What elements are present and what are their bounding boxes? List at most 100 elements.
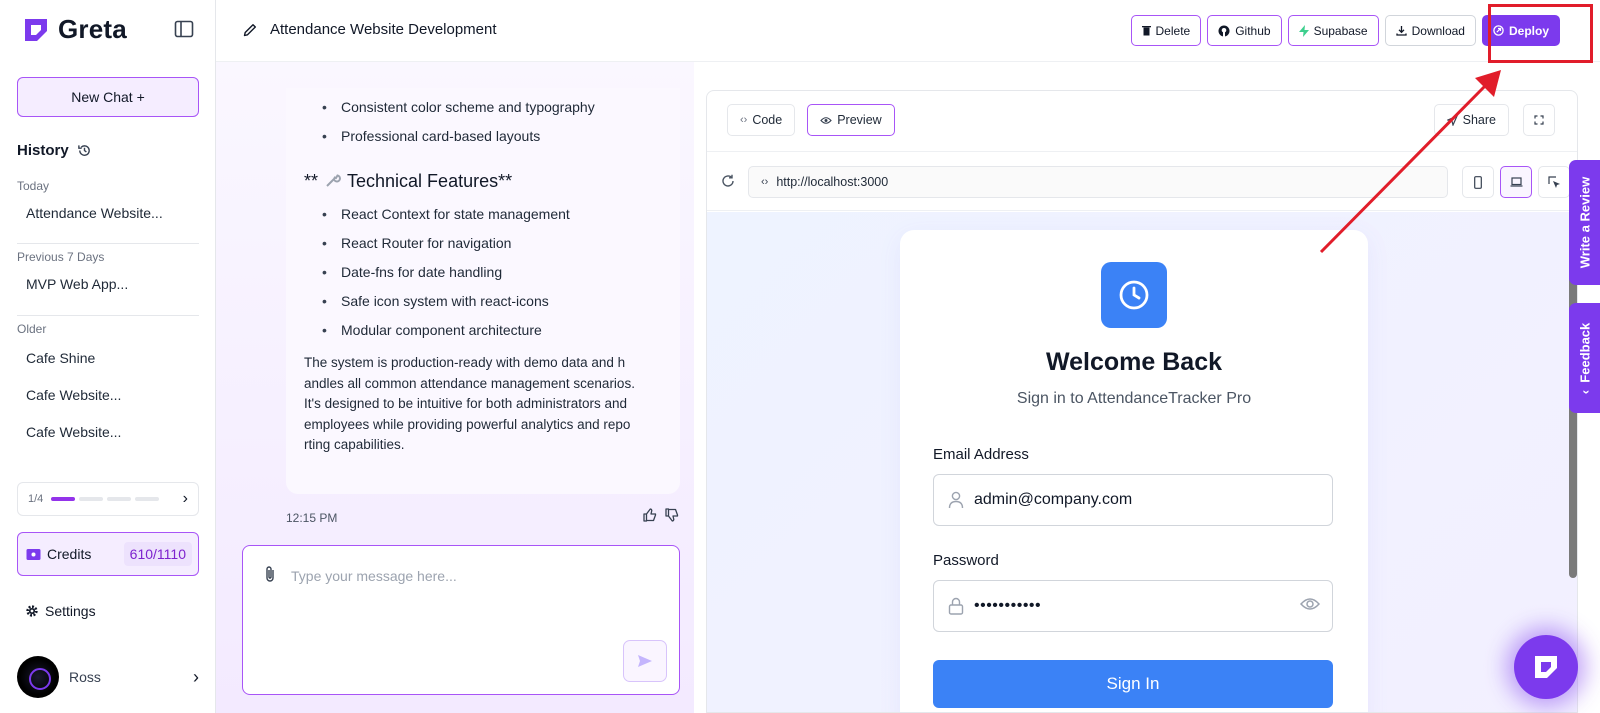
pencil-icon[interactable] bbox=[242, 22, 258, 38]
email-field[interactable]: admin@company.com bbox=[933, 474, 1333, 526]
refresh-icon[interactable] bbox=[721, 174, 735, 188]
tech-heading-prefix: ** bbox=[304, 171, 324, 191]
chat-launcher-button[interactable] bbox=[1514, 635, 1578, 699]
url-bar-row: ‹› http://localhost:3000 bbox=[707, 151, 1577, 211]
mobile-view-button[interactable] bbox=[1462, 166, 1494, 198]
greta-logo-icon bbox=[1535, 656, 1557, 678]
greta-logo-icon bbox=[25, 18, 47, 41]
preview-panel: ‹› Code Preview Share ‹› http://localhos… bbox=[706, 90, 1578, 713]
message-composer[interactable]: Type your message here... bbox=[242, 545, 680, 695]
download-button[interactable]: Download bbox=[1384, 15, 1476, 46]
password-value: ••••••••••• bbox=[974, 597, 1042, 614]
chevron-right-icon[interactable]: › bbox=[193, 667, 199, 688]
password-label: Password bbox=[933, 552, 999, 569]
thumbs-down-icon[interactable] bbox=[664, 507, 680, 523]
design-bullets: Consistent color scheme and typography P… bbox=[304, 88, 662, 157]
lock-icon bbox=[948, 597, 964, 615]
send-icon bbox=[638, 655, 652, 667]
history-item[interactable]: MVP Web App... bbox=[0, 276, 216, 292]
write-review-tab[interactable]: Write a Review bbox=[1569, 160, 1600, 285]
credits-card[interactable]: Credits 610/1110 bbox=[17, 532, 199, 576]
assistant-message: Consistent color scheme and typography P… bbox=[286, 88, 680, 494]
github-button[interactable]: Github bbox=[1207, 15, 1282, 46]
project-title-area[interactable]: Attendance Website Development bbox=[242, 21, 497, 38]
write-review-label: Write a Review bbox=[1577, 176, 1592, 269]
tech-bullets: React Context for state management React… bbox=[304, 206, 662, 351]
delete-button[interactable]: Delete bbox=[1130, 15, 1202, 46]
sign-in-button[interactable]: Sign In bbox=[933, 660, 1333, 708]
paperclip-icon[interactable] bbox=[263, 565, 277, 583]
desktop-view-button[interactable] bbox=[1500, 166, 1532, 198]
history-item[interactable]: Attendance Website... bbox=[0, 205, 216, 221]
pager-dot[interactable] bbox=[51, 497, 76, 501]
select-element-button[interactable] bbox=[1538, 166, 1570, 198]
code-icon: ‹› bbox=[740, 114, 748, 126]
chevron-right-icon[interactable]: › bbox=[183, 490, 188, 508]
download-label: Download bbox=[1411, 23, 1465, 38]
share-button[interactable]: Share bbox=[1433, 104, 1509, 136]
pager-dot[interactable] bbox=[107, 497, 132, 501]
summary-line: employees while providing powerful analy… bbox=[304, 416, 631, 432]
share-icon bbox=[1446, 114, 1458, 126]
list-item: Safe icon system with react-icons bbox=[304, 293, 662, 322]
tab-code[interactable]: ‹› Code bbox=[727, 104, 796, 136]
brand-name: Greta bbox=[58, 14, 127, 44]
history-item[interactable]: Cafe Website... bbox=[0, 387, 216, 403]
history-item[interactable]: Cafe Website... bbox=[0, 424, 216, 440]
pager-dot[interactable] bbox=[135, 497, 160, 501]
history-title: History bbox=[17, 142, 69, 159]
annotation-highlight-box bbox=[1488, 4, 1593, 63]
divider bbox=[17, 243, 199, 244]
history-group-label: Older bbox=[17, 322, 47, 336]
url-field[interactable]: ‹› http://localhost:3000 bbox=[748, 166, 1448, 198]
email-value: admin@company.com bbox=[974, 491, 1133, 508]
user-profile[interactable]: Ross › bbox=[17, 656, 199, 698]
summary-paragraph: The system is production-ready with demo… bbox=[304, 353, 662, 456]
download-icon bbox=[1395, 26, 1407, 36]
feedback-label: ‹ Feedback bbox=[1577, 322, 1593, 394]
login-subtitle: Sign in to AttendanceTracker Pro bbox=[1016, 390, 1252, 407]
trash-icon bbox=[1141, 26, 1151, 36]
avatar bbox=[17, 656, 59, 698]
message-timestamp: 12:15 PM bbox=[286, 511, 338, 525]
summary-line: andles all common attendance management … bbox=[304, 375, 635, 391]
supabase-label: Supabase bbox=[1313, 23, 1368, 38]
summary-line: It's designed to be intuitive for both a… bbox=[304, 396, 628, 411]
history-icon[interactable] bbox=[77, 143, 92, 158]
github-label: Github bbox=[1235, 23, 1271, 38]
tab-preview[interactable]: Preview bbox=[807, 104, 895, 136]
pager-dots bbox=[51, 497, 160, 501]
feedback-text: Feedback bbox=[1577, 322, 1593, 383]
top-bar: Attendance Website Development Delete Gi… bbox=[216, 0, 1600, 62]
list-item: Professional card-based layouts bbox=[304, 128, 662, 157]
history-group-older: Older Cafe Shine Cafe Website... Cafe We… bbox=[0, 322, 216, 440]
history-pager: 1/4 › bbox=[17, 482, 199, 516]
message-input[interactable]: Type your message here... bbox=[291, 568, 457, 584]
history-group-previous-7-days: Previous 7 Days MVP Web App... bbox=[0, 250, 216, 292]
sidebar-toggle-icon[interactable] bbox=[174, 19, 194, 39]
mobile-icon bbox=[1474, 175, 1482, 189]
thumbs-up-icon[interactable] bbox=[642, 507, 658, 523]
pager-text: 1/4 bbox=[28, 493, 44, 505]
brand[interactable]: Greta bbox=[22, 14, 127, 45]
feedback-tab[interactable]: ‹ Feedback bbox=[1569, 303, 1600, 413]
credits-label: Credits bbox=[47, 546, 92, 562]
expand-icon bbox=[1534, 115, 1544, 125]
cursor-select-icon bbox=[1547, 175, 1560, 188]
expand-button[interactable] bbox=[1523, 104, 1555, 136]
pager-dot[interactable] bbox=[79, 497, 104, 501]
share-label: Share bbox=[1462, 113, 1496, 127]
password-field[interactable]: ••••••••••• bbox=[933, 580, 1333, 632]
user-icon bbox=[948, 491, 964, 509]
eye-icon[interactable] bbox=[1300, 597, 1320, 611]
settings-link[interactable]: Settings bbox=[25, 603, 96, 619]
history-item[interactable]: Cafe Shine bbox=[0, 350, 216, 366]
send-button[interactable] bbox=[623, 640, 667, 682]
divider bbox=[17, 315, 199, 316]
history-group-today: Today Attendance Website... bbox=[0, 179, 216, 221]
preview-tabs: ‹› Code Preview bbox=[727, 104, 895, 136]
new-chat-button[interactable]: New Chat + bbox=[17, 77, 199, 117]
history-heading: History bbox=[17, 142, 92, 159]
clock-icon bbox=[1119, 280, 1149, 310]
supabase-button[interactable]: Supabase bbox=[1287, 15, 1379, 46]
